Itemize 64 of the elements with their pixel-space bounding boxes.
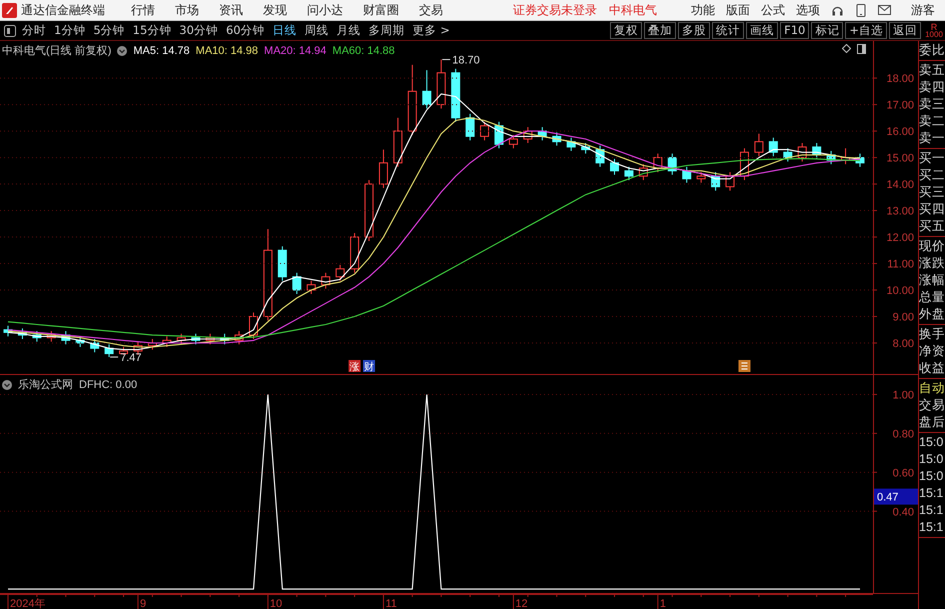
quote-label: 净资 [919, 343, 945, 360]
quote-label: 总量 [919, 289, 945, 306]
quote-label: 涨跌 [919, 255, 945, 272]
cursor-value-label: 0.47 [874, 488, 918, 505]
quote-label: 卖三 [919, 96, 945, 113]
date-label: 1 [660, 598, 666, 609]
date-label: 9 [140, 598, 146, 609]
axis-label: 17.00 [886, 100, 914, 112]
indicator-value: MA10: 14.98 [196, 44, 258, 56]
quote-label: 涨幅 [919, 272, 945, 289]
corner-label: 1000 [925, 30, 943, 38]
axis-label: 0.60 [892, 467, 914, 480]
quote-label: 买五 [919, 218, 945, 235]
quote-label: 15:1 [919, 519, 944, 536]
axis-label: 12.00 [886, 232, 914, 244]
date-label: 12 [515, 598, 528, 609]
axis-label: 1.00 [892, 389, 914, 402]
event-badge: 涨 [348, 360, 361, 373]
indicator-value: MA60: 14.88 [332, 44, 395, 56]
axis-label: 11.00 [887, 258, 914, 271]
quote-label: 15:0 [919, 451, 944, 468]
axis-label: 10.00 [886, 285, 914, 298]
indicator-name: 乐淘公式网 [18, 378, 73, 392]
axis-label: 18.00 [886, 73, 914, 86]
event-badge: 财 [363, 360, 376, 373]
quote-label: 外盘 [919, 306, 945, 323]
axis-label: 0.40 [892, 506, 914, 518]
quote-label: 现价 [919, 238, 945, 255]
date-label: 2024年 [10, 598, 46, 609]
axis-label: 9.00 [892, 312, 914, 324]
quote-label: 收益 [919, 360, 945, 377]
quote-label: 卖一 [919, 130, 945, 147]
quote-label: 买三 [919, 184, 945, 201]
quote-label: 15:1 [919, 485, 944, 502]
annotation: 18.70 [452, 54, 480, 67]
date-label: 11 [385, 598, 397, 609]
app-title: 通达信金融终端 [21, 2, 105, 18]
stock-name: 中科电气 [609, 2, 657, 18]
quote-label: 15:1 [919, 502, 944, 519]
quote-label: 15:0 [919, 468, 944, 485]
chart-title: 中科电气(日线 前复权) [2, 44, 112, 58]
axis-label: 14.00 [886, 179, 914, 192]
price-annotation: 7.47 [110, 352, 142, 364]
quote-label: 卖五 [919, 62, 945, 79]
quote-label: 买一 [919, 150, 945, 167]
axis-label: 16.00 [886, 126, 914, 138]
axis-label: 15.00 [886, 152, 914, 165]
indicator-value: MA5: 14.78 [133, 44, 190, 56]
quote-label: 委比 [919, 42, 945, 59]
axis-label: 0.80 [892, 428, 914, 440]
price-annotation: 18.70 [442, 54, 480, 67]
quote-label: 卖二 [919, 113, 945, 130]
quote-label: 卖四 [919, 79, 945, 96]
corner-label: R [930, 22, 938, 30]
date-label: 10 [270, 598, 282, 609]
axis-label: 8.00 [892, 338, 914, 350]
quote-label: 换手 [919, 326, 945, 343]
axis-label: 13.00 [886, 206, 914, 218]
annotation: 7.47 [120, 352, 142, 364]
quote-label: 买四 [919, 201, 945, 218]
quote-label: 买二 [919, 167, 945, 184]
indicator-value: MA20: 14.94 [264, 44, 326, 56]
indicator-value: DFHC: 0.00 [79, 378, 138, 390]
quote-label: 15:0 [919, 434, 944, 451]
